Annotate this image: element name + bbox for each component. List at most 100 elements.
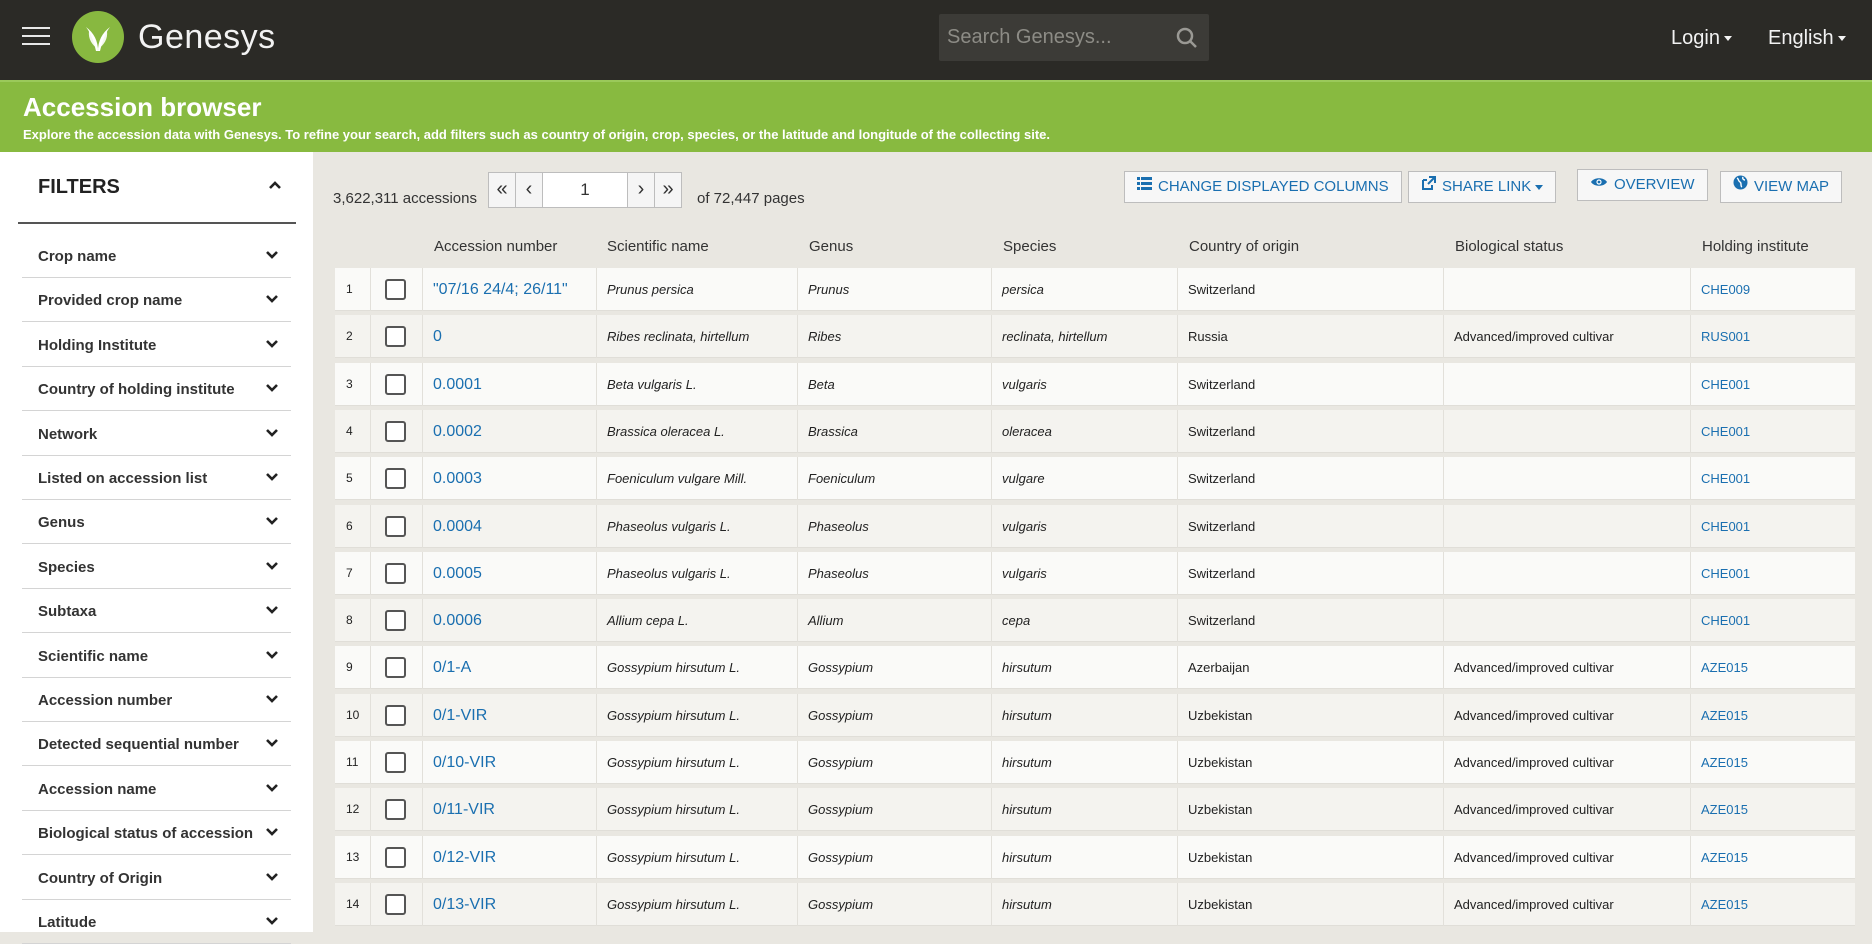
row-checkbox[interactable] <box>385 610 406 632</box>
filter-item[interactable]: Species <box>22 545 291 589</box>
holding-institute-link[interactable]: CHE001 <box>1691 410 1855 453</box>
chevron-down-icon[interactable] <box>265 694 279 704</box>
login-dropdown[interactable]: Login <box>1671 27 1732 50</box>
accession-number-link[interactable]: 0.0001 <box>423 362 597 406</box>
overview-button[interactable]: OVERVIEW <box>1577 169 1708 201</box>
holding-institute-link[interactable]: AZE015 <box>1691 694 1855 737</box>
chevron-down-icon[interactable] <box>265 294 279 304</box>
caret-down-icon <box>1535 184 1544 190</box>
filter-item[interactable]: Biological status of accession <box>22 811 291 856</box>
filter-item[interactable]: Detected sequential number <box>22 722 291 767</box>
holding-institute-link[interactable]: CHE001 <box>1691 505 1855 548</box>
holding-institute-link[interactable]: CHE001 <box>1691 552 1855 595</box>
view-map-button[interactable]: VIEW MAP <box>1720 171 1843 203</box>
accession-number-link[interactable]: 0/12-VIR <box>423 835 597 879</box>
row-checkbox[interactable] <box>385 893 406 915</box>
search-icon[interactable] <box>1175 26 1199 50</box>
change-columns-button[interactable]: CHANGE DISPLAYED COLUMNS <box>1124 171 1402 203</box>
chevron-down-icon[interactable] <box>265 250 279 260</box>
column-header[interactable]: Species <box>1003 238 1056 255</box>
row-checkbox[interactable] <box>385 562 406 584</box>
row-checkbox[interactable] <box>385 468 406 490</box>
chevron-down-icon[interactable] <box>265 516 279 526</box>
accession-number-link[interactable]: 0/1-A <box>423 646 597 690</box>
column-header[interactable]: Scientific name <box>607 238 709 255</box>
accession-number-link[interactable]: 0.0006 <box>423 599 597 643</box>
row-checkbox[interactable] <box>385 846 406 868</box>
holding-institute-link[interactable]: CHE001 <box>1691 363 1855 406</box>
chevron-down-icon[interactable] <box>265 383 279 393</box>
chevron-down-icon[interactable] <box>265 561 279 571</box>
share-link-button[interactable]: SHARE LINK <box>1408 171 1557 203</box>
holding-institute-link[interactable]: RUS001 <box>1691 315 1855 358</box>
chevron-down-icon[interactable] <box>265 428 279 438</box>
row-checkbox[interactable] <box>385 657 406 679</box>
column-header[interactable]: Biological status <box>1455 238 1563 255</box>
holding-institute-link[interactable]: CHE001 <box>1691 599 1855 642</box>
column-header[interactable]: Genus <box>809 238 853 255</box>
next-page-button[interactable]: › <box>627 172 655 208</box>
filter-item[interactable]: Country of Origin <box>22 856 291 900</box>
holding-institute-link[interactable]: AZE015 <box>1691 836 1855 879</box>
accession-number-link[interactable]: 0/1-VIR <box>423 693 597 737</box>
filter-item[interactable]: Latitude <box>22 900 291 944</box>
holding-institute-link[interactable]: AZE015 <box>1691 883 1855 926</box>
filters-header[interactable]: FILTERS <box>18 152 296 224</box>
column-header[interactable]: Country of origin <box>1189 238 1299 255</box>
brand-name[interactable]: Genesys <box>138 18 276 57</box>
row-checkbox[interactable] <box>385 704 406 726</box>
accession-number-link[interactable]: 0.0004 <box>423 504 597 548</box>
filter-item[interactable]: Accession name <box>22 767 291 811</box>
holding-institute-link[interactable]: AZE015 <box>1691 741 1855 784</box>
filter-item[interactable]: Country of holding institute <box>22 367 291 412</box>
holding-institute-link[interactable]: AZE015 <box>1691 788 1855 831</box>
chevron-up-icon[interactable] <box>268 180 282 190</box>
genesys-logo[interactable] <box>72 11 124 63</box>
column-header[interactable]: Holding institute <box>1702 238 1809 255</box>
first-page-button[interactable]: « <box>488 172 516 208</box>
menu-icon[interactable] <box>22 27 50 47</box>
row-checkbox[interactable] <box>385 799 406 821</box>
column-header[interactable]: Accession number <box>434 238 557 255</box>
holding-institute-link[interactable]: AZE015 <box>1691 646 1855 689</box>
row-checkbox[interactable] <box>385 752 406 773</box>
prev-page-button[interactable]: ‹ <box>515 172 543 208</box>
accession-number-link[interactable]: 0.0002 <box>423 409 597 453</box>
row-checkbox[interactable] <box>385 420 406 442</box>
filter-item[interactable]: Holding Institute <box>22 323 291 367</box>
chevron-down-icon[interactable] <box>265 827 279 837</box>
row-checkbox[interactable] <box>385 373 406 395</box>
chevron-down-icon[interactable] <box>265 916 279 926</box>
accession-number-link[interactable]: 0/10-VIR <box>423 741 597 784</box>
language-dropdown[interactable]: English <box>1768 27 1846 50</box>
chevron-down-icon[interactable] <box>265 738 279 748</box>
chevron-down-icon[interactable] <box>265 783 279 793</box>
filter-item[interactable]: Genus <box>22 500 291 545</box>
accession-number-link[interactable]: 0 <box>423 315 597 359</box>
accession-number-link[interactable]: 0/11-VIR <box>423 788 597 832</box>
filter-item[interactable]: Listed on accession list <box>22 456 291 500</box>
filter-item[interactable]: Subtaxa <box>22 589 291 634</box>
search-input[interactable] <box>947 22 1167 53</box>
filter-item[interactable]: Scientific name <box>22 634 291 678</box>
row-checkbox[interactable] <box>385 515 406 537</box>
holding-institute-link[interactable]: CHE001 <box>1691 457 1855 500</box>
chevron-down-icon[interactable] <box>265 650 279 660</box>
filter-item[interactable]: Provided crop name <box>22 278 291 323</box>
accession-number-link[interactable]: "07/16 24/4; 26/11" <box>423 268 597 311</box>
accession-number-link[interactable]: 0.0003 <box>423 457 597 501</box>
chevron-down-icon[interactable] <box>265 872 279 882</box>
page-number-input[interactable] <box>542 172 628 208</box>
row-checkbox[interactable] <box>385 279 406 300</box>
filter-item[interactable]: Accession number <box>22 678 291 722</box>
filter-item[interactable]: Network <box>22 412 291 456</box>
accession-number-link[interactable]: 0.0005 <box>423 551 597 595</box>
chevron-down-icon[interactable] <box>265 339 279 349</box>
row-checkbox[interactable] <box>385 326 406 348</box>
accession-number-link[interactable]: 0/13-VIR <box>423 882 597 926</box>
chevron-down-icon[interactable] <box>265 472 279 482</box>
filter-item[interactable]: Crop name <box>22 234 291 278</box>
last-page-button[interactable]: » <box>654 172 682 208</box>
holding-institute-link[interactable]: CHE009 <box>1691 268 1855 311</box>
chevron-down-icon[interactable] <box>265 605 279 615</box>
